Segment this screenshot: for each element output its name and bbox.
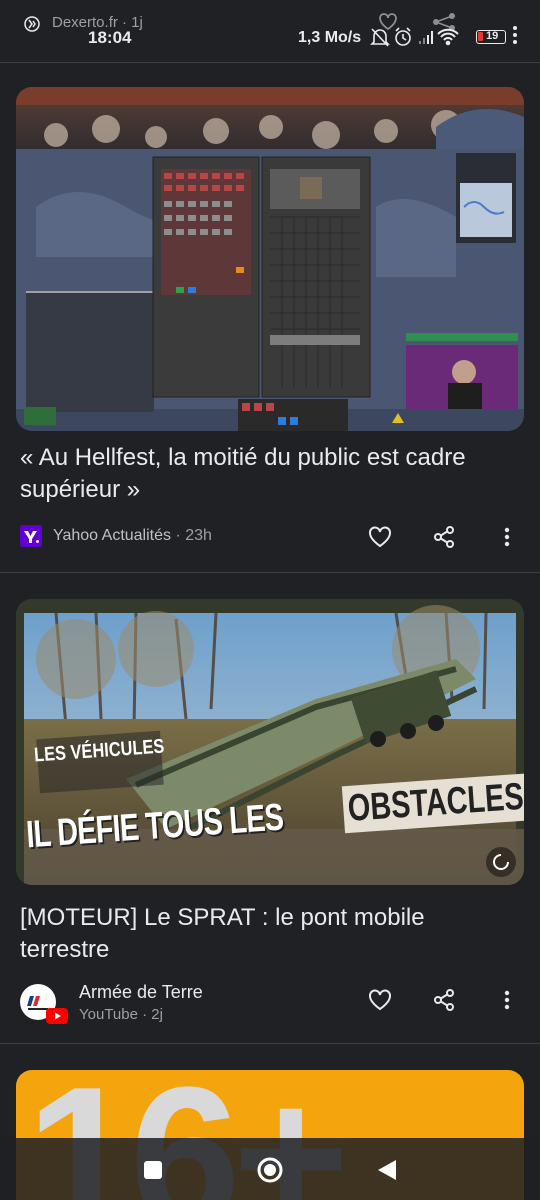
network-speed: 1,3 Mo/s [298, 29, 362, 46]
silent-bell-icon [370, 28, 390, 47]
channel-name[interactable]: Armée de Terre [79, 982, 203, 1003]
battery-icon: 19 [476, 30, 506, 44]
more-vert-icon [504, 990, 510, 1010]
thumbnail-headline-text: IL DÉFIE TOUS LES [25, 796, 285, 857]
more-options-button[interactable] [491, 523, 523, 551]
publish-time: 2j [151, 1006, 163, 1023]
channel-meta: YouTube · 2j [79, 1006, 163, 1023]
platform-name: YouTube [79, 1006, 138, 1023]
thumbnail-small-caption: LES VÉHICULES [33, 730, 165, 794]
like-button[interactable] [364, 523, 396, 551]
share-icon [434, 989, 454, 1011]
thumbnail-headline-box-text: OBSTACLES [346, 775, 524, 830]
video-thumbnail[interactable]: LES VÉHICULES IL DÉFIE TOUS LES OBSTACLE… [16, 599, 524, 885]
share-button[interactable] [428, 986, 460, 1014]
article-title[interactable]: [MOTEUR] Le SPRAT : le pont mobile terre… [20, 902, 520, 966]
recents-button[interactable] [133, 1152, 173, 1188]
loading-spinner-icon [493, 854, 509, 870]
more-vert-icon [513, 26, 517, 44]
card-divider [0, 572, 540, 573]
game-interface-image [16, 87, 524, 431]
home-circle-icon [257, 1157, 283, 1183]
signal-icon [419, 31, 433, 44]
source-name: Yahoo Actualités [53, 527, 172, 544]
clock: 18:04 [88, 28, 132, 47]
status-divider [0, 62, 540, 63]
more-options-button[interactable] [491, 986, 523, 1014]
status-bar: Dexerto.fr · 1j 18:04 1,3 Mo/s 19 [0, 0, 540, 58]
youtube-badge-icon [46, 1008, 68, 1024]
recents-square-icon [144, 1161, 162, 1179]
article-meta-row: Yahoo Actualités · 23h [20, 517, 520, 557]
separator: · [171, 527, 186, 544]
publish-time: 23h [185, 527, 212, 544]
battery-level: 19 [486, 30, 499, 42]
more-vert-icon [504, 527, 510, 547]
article-title[interactable]: « Au Hellfest, la moitié du public est c… [20, 442, 520, 506]
back-button[interactable] [367, 1152, 407, 1188]
separator: · [137, 1006, 152, 1023]
loading-indicator [486, 847, 516, 877]
yahoo-logo-icon [20, 525, 42, 547]
source-label[interactable]: Yahoo Actualités · 23h [53, 527, 212, 545]
armee-de-terre-logo-icon [20, 984, 68, 1024]
card-divider [0, 1043, 540, 1044]
share-button[interactable] [428, 523, 460, 551]
share-icon [434, 526, 454, 548]
article-image[interactable] [16, 87, 524, 431]
home-button[interactable] [250, 1152, 290, 1188]
app-logo-icon [24, 16, 40, 32]
status-icons [370, 27, 459, 47]
thumbnail-headline-box: OBSTACLES [341, 773, 524, 834]
heart-icon [369, 989, 391, 1011]
wifi-icon [437, 28, 459, 46]
battery-fill [478, 32, 483, 41]
back-triangle-icon [378, 1160, 396, 1180]
alarm-icon [395, 27, 411, 46]
like-button[interactable] [364, 986, 396, 1014]
system-navigation-bar [0, 1138, 540, 1200]
article-meta-row: Armée de Terre YouTube · 2j [20, 980, 520, 1030]
heart-icon [369, 526, 391, 548]
